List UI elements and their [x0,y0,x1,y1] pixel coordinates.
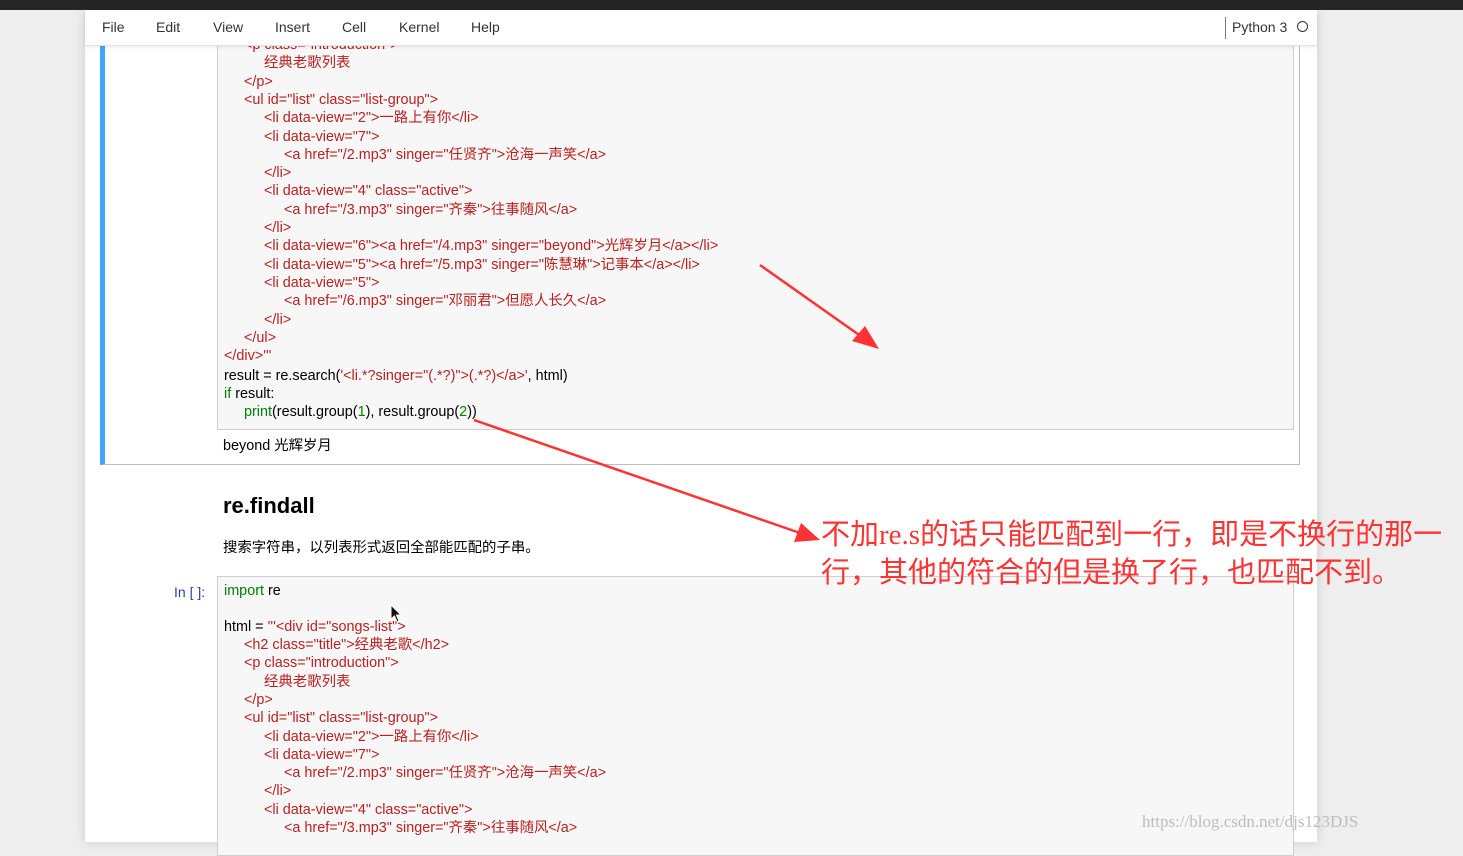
menubar: File Edit View Insert Cell Kernel Help P… [85,10,1317,46]
arrow-line-2 [473,418,801,535]
menu-file[interactable]: File [102,19,125,35]
watermark: https://blog.csdn.net/djs123DJS [1142,812,1359,831]
kernel-idle-indicator-icon [1297,21,1308,32]
menu-view[interactable]: View [213,19,243,35]
kernel-name: Python 3 [1232,19,1288,35]
mouse-pointer-icon [390,604,403,623]
menu-cell[interactable]: Cell [342,19,366,35]
annotation-text: 不加re.s的话只能匹配到一行，即是不换行的那一行，其他的符合的但是换了行，也匹… [821,519,1443,589]
menu-kernel[interactable]: Kernel [399,19,439,35]
menu-edit[interactable]: Edit [156,19,180,35]
kernel-separator [1225,17,1226,39]
arrow-line-1 [759,263,863,339]
arrowhead-2-icon [794,523,820,542]
annotation-arrows [473,263,879,542]
menu-insert[interactable]: Insert [275,19,310,35]
menu-help[interactable]: Help [471,19,500,35]
arrowhead-1-icon [852,326,879,349]
